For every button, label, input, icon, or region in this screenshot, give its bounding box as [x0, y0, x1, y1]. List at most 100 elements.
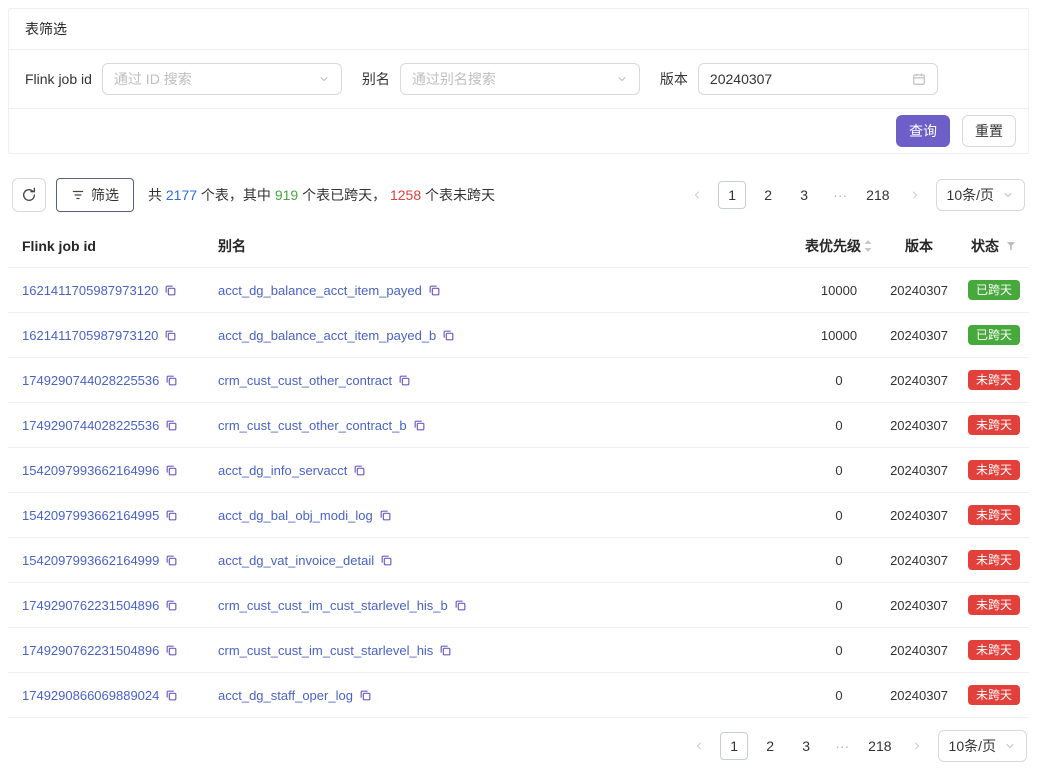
- summary-text: 共 2177 个表，其中 919 个表已跨天， 1258 个表未跨天: [148, 185, 684, 205]
- row-flink-job-id[interactable]: 1749290744028225536: [22, 373, 159, 388]
- copy-icon[interactable]: [165, 419, 178, 432]
- table-header: Flink job id 别名 表优先级 版本 状态: [8, 224, 1029, 268]
- table-row: 1749290762231504896 crm_cust_cust_im_cus…: [8, 628, 1029, 673]
- page-size-value: 10条/页: [947, 185, 994, 205]
- copy-icon[interactable]: [165, 689, 178, 702]
- row-alias[interactable]: acct_dg_staff_oper_log: [218, 688, 353, 703]
- copy-icon[interactable]: [380, 554, 393, 567]
- header-status: 状态: [959, 236, 1029, 256]
- copy-icon[interactable]: [359, 689, 372, 702]
- pagination-page-1[interactable]: 1: [718, 181, 746, 209]
- page-size-select[interactable]: 10条/页: [938, 730, 1027, 762]
- row-alias[interactable]: crm_cust_cust_other_contract_b: [218, 418, 407, 433]
- row-alias[interactable]: acct_dg_vat_invoice_detail: [218, 553, 374, 568]
- copy-icon[interactable]: [428, 284, 441, 297]
- row-flink-job-id[interactable]: 1542097993662164999: [22, 553, 159, 568]
- copy-icon[interactable]: [353, 464, 366, 477]
- row-version: 20240307: [879, 553, 959, 568]
- copy-icon[interactable]: [165, 644, 178, 657]
- pagination-page-2[interactable]: 2: [754, 181, 782, 209]
- filter-card-title: 表筛选: [9, 9, 1028, 50]
- pagination-page-218[interactable]: 218: [864, 732, 895, 760]
- copy-icon[interactable]: [379, 509, 392, 522]
- pagination-ellipsis[interactable]: ···: [826, 181, 854, 209]
- header-priority-label: 表优先级: [805, 236, 861, 256]
- filter-toggle-button[interactable]: 筛选: [56, 178, 134, 212]
- row-alias[interactable]: acct_dg_info_servacct: [218, 463, 347, 478]
- copy-icon[interactable]: [398, 374, 411, 387]
- copy-icon[interactable]: [413, 419, 426, 432]
- status-badge: 未跨天: [968, 460, 1020, 480]
- copy-icon[interactable]: [164, 284, 177, 297]
- alias-select[interactable]: 通过别名搜索: [400, 63, 640, 95]
- pagination-page-1[interactable]: 1: [720, 732, 748, 760]
- page-size-value: 10条/页: [949, 736, 996, 756]
- header-version: 版本: [879, 236, 959, 256]
- pagination-ellipsis[interactable]: ···: [828, 732, 856, 760]
- row-flink-job-id[interactable]: 1542097993662164995: [22, 508, 159, 523]
- copy-icon[interactable]: [454, 599, 467, 612]
- copy-icon[interactable]: [165, 374, 178, 387]
- table-body: 1621411705987973120 acct_dg_balance_acct…: [8, 268, 1029, 718]
- sort-icon[interactable]: [863, 238, 873, 254]
- row-version: 20240307: [879, 283, 959, 298]
- filter-lines-icon: [71, 188, 85, 202]
- row-flink-job-id[interactable]: 1542097993662164996: [22, 463, 159, 478]
- copy-icon[interactable]: [164, 329, 177, 342]
- pagination-page-218[interactable]: 218: [862, 181, 893, 209]
- pagination-page-2[interactable]: 2: [756, 732, 784, 760]
- row-alias[interactable]: acct_dg_balance_acct_item_payed_b: [218, 328, 436, 343]
- row-flink-job-id[interactable]: 1621411705987973120: [22, 283, 158, 298]
- pagination-prev-icon[interactable]: [686, 732, 712, 760]
- row-priority: 0: [799, 688, 879, 703]
- copy-icon[interactable]: [165, 599, 178, 612]
- row-flink-job-id[interactable]: 1749290744028225536: [22, 418, 159, 433]
- pagination-next-icon[interactable]: [902, 181, 928, 209]
- chevron-down-icon: [1004, 740, 1016, 752]
- query-button[interactable]: 查询: [896, 115, 950, 147]
- table-row: 1749290762231504896 crm_cust_cust_im_cus…: [8, 583, 1029, 628]
- row-alias[interactable]: acct_dg_bal_obj_modi_log: [218, 508, 373, 523]
- status-badge: 未跨天: [968, 595, 1020, 615]
- pagination-page-3[interactable]: 3: [792, 732, 820, 760]
- row-priority: 0: [799, 373, 879, 388]
- row-priority: 0: [799, 508, 879, 523]
- table-row: 1621411705987973120 acct_dg_balance_acct…: [8, 313, 1029, 358]
- page-size-select[interactable]: 10条/页: [936, 179, 1025, 211]
- row-alias[interactable]: crm_cust_cust_im_cust_starlevel_his_b: [218, 598, 448, 613]
- version-value: 20240307: [710, 71, 772, 87]
- pagination-page-3[interactable]: 3: [790, 181, 818, 209]
- status-badge: 未跨天: [968, 640, 1020, 660]
- reset-button[interactable]: 重置: [962, 115, 1016, 147]
- flink-job-id-select[interactable]: 通过 ID 搜索: [102, 63, 342, 95]
- filter-funnel-icon[interactable]: [1005, 240, 1017, 252]
- row-alias[interactable]: acct_dg_balance_acct_item_payed: [218, 283, 422, 298]
- row-priority: 0: [799, 553, 879, 568]
- table-row: 1749290744028225536 crm_cust_cust_other_…: [8, 358, 1029, 403]
- status-badge: 未跨天: [968, 370, 1020, 390]
- row-flink-job-id[interactable]: 1749290762231504896: [22, 598, 159, 613]
- table-row: 1749290866069889024 acct_dg_staff_oper_l…: [8, 673, 1029, 718]
- row-alias[interactable]: crm_cust_cust_other_contract: [218, 373, 392, 388]
- row-flink-job-id[interactable]: 1749290866069889024: [22, 688, 159, 703]
- row-alias[interactable]: crm_cust_cust_im_cust_starlevel_his: [218, 643, 433, 658]
- copy-icon[interactable]: [442, 329, 455, 342]
- copy-icon[interactable]: [165, 509, 178, 522]
- row-flink-job-id[interactable]: 1621411705987973120: [22, 328, 158, 343]
- row-priority: 0: [799, 598, 879, 613]
- refresh-button[interactable]: [12, 178, 46, 212]
- summary-segment: 个表未跨天: [421, 187, 495, 203]
- copy-icon[interactable]: [165, 464, 178, 477]
- summary-segment: 个表，其中: [197, 187, 275, 203]
- alias-placeholder: 通过别名搜索: [412, 69, 496, 89]
- pagination-prev-icon[interactable]: [684, 181, 710, 209]
- version-date-input[interactable]: 20240307: [698, 63, 938, 95]
- row-flink-job-id[interactable]: 1749290762231504896: [22, 643, 159, 658]
- copy-icon[interactable]: [165, 554, 178, 567]
- pagination-next-icon[interactable]: [904, 732, 930, 760]
- filter-row: Flink job id 通过 ID 搜索 别名 通过别名搜索: [9, 50, 1028, 108]
- row-priority: 10000: [799, 283, 879, 298]
- table-row: 1542097993662164996 acct_dg_info_servacc…: [8, 448, 1029, 493]
- row-version: 20240307: [879, 598, 959, 613]
- copy-icon[interactable]: [439, 644, 452, 657]
